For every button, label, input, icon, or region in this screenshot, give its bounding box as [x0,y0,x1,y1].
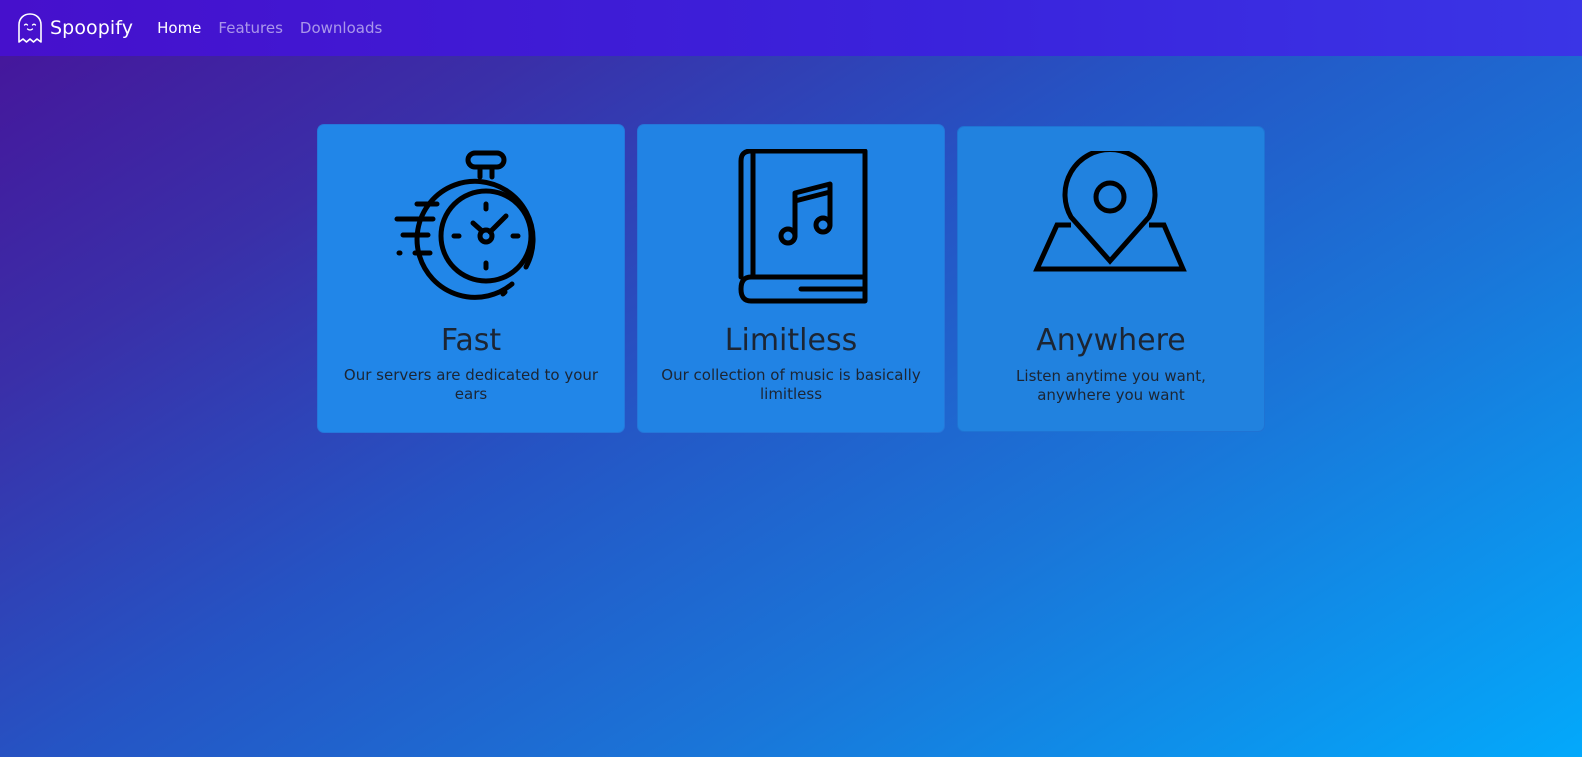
stopwatch-icon [318,149,624,305]
brand-link[interactable]: Spoopify [16,12,133,44]
nav-link-home[interactable]: Home [157,19,201,37]
music-book-icon [638,149,944,305]
feature-description: Our collection of music is basically lim… [661,366,921,403]
feature-title: Fast [440,323,502,358]
feature-description: Listen anytime you want, anywhere you wa… [1016,367,1206,404]
feature-card-limitless: Limitless Our collection of music is bas… [637,124,945,433]
feature-description: Our servers are dedicated to your ears [343,366,599,403]
feature-title: Anywhere [1036,323,1186,358]
feature-card-anywhere: Anywhere Listen anytime you want, anywhe… [957,126,1265,432]
map-pin-icon [958,151,1264,307]
feature-title: Limitless [724,323,858,358]
ghost-logo-icon [16,12,44,44]
brand-name: Spoopify [50,17,134,39]
top-navbar: Spoopify Home Features Downloads [0,0,1582,56]
nav-link-features[interactable]: Features [218,19,283,37]
feature-card-fast: Fast Our servers are dedicated to your e… [317,124,625,433]
nav-link-downloads[interactable]: Downloads [300,19,382,37]
nav-links: Home Features Downloads [157,19,399,37]
